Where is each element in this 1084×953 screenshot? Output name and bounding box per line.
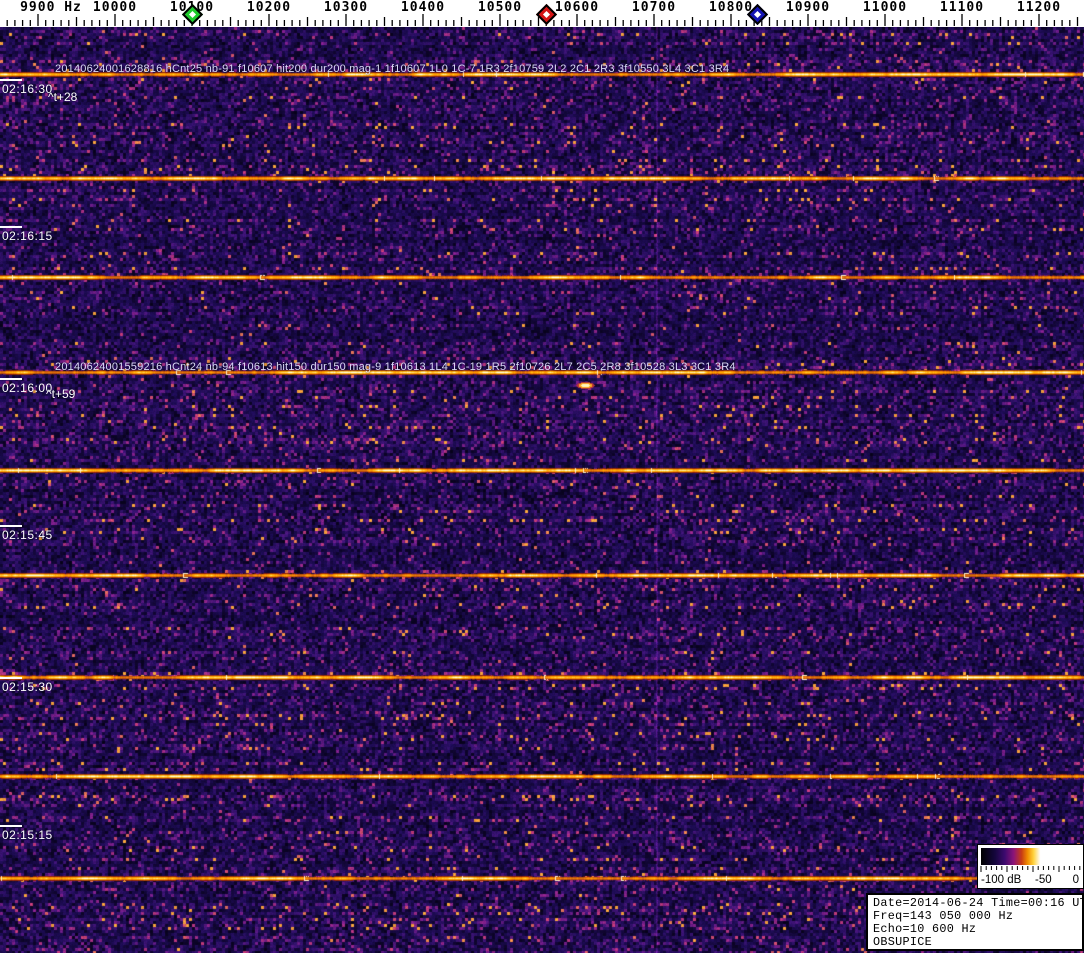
diamond-marker-center <box>543 10 551 19</box>
freq-tick-label: 10600 <box>554 0 600 15</box>
spectrogram-canvas <box>0 27 1084 953</box>
spectrogram-app-window: 9900 Hz100001010010200103001040010500106… <box>0 0 1084 953</box>
freq-tick-label: 10000 <box>92 0 138 15</box>
freq-tick-label: 10900 <box>785 0 831 15</box>
diamond-marker-center <box>754 10 762 19</box>
colorbar-ticks <box>980 866 1081 872</box>
colorbar-labels: -100 dB -50 0 <box>978 874 1083 888</box>
colorbar-label-mid: -50 <box>1035 874 1052 886</box>
freq-tick-label: 10700 <box>631 0 677 15</box>
diamond-marker-center <box>188 10 197 19</box>
info-station: OBSUPICE <box>873 935 933 949</box>
freq-tick-label: 11000 <box>862 0 908 15</box>
freq-tick-label: 10200 <box>246 0 292 15</box>
freq-tick-label: 9900 Hz <box>20 0 82 15</box>
freq-tick-label: 10400 <box>400 0 446 15</box>
colorbar-gradient <box>981 848 1080 865</box>
freq-tick-label: 10500 <box>477 0 523 15</box>
freq-tick-label: 11200 <box>1016 0 1062 15</box>
freq-tick-label: 11100 <box>939 0 985 15</box>
frequency-ruler: 9900 Hz100001010010200103001040010500106… <box>0 0 1084 27</box>
freq-tick-label: 10800 <box>708 0 754 15</box>
observation-info-box: Date=2014-06-24 Time=00:16 UTC Freq=143 … <box>866 893 1084 951</box>
intensity-colorbar: -100 dB -50 0 <box>977 844 1084 889</box>
freq-tick-label: 10300 <box>323 0 369 15</box>
colorbar-label-min: -100 dB <box>981 874 1022 886</box>
colorbar-label-max: 0 <box>1072 874 1079 886</box>
